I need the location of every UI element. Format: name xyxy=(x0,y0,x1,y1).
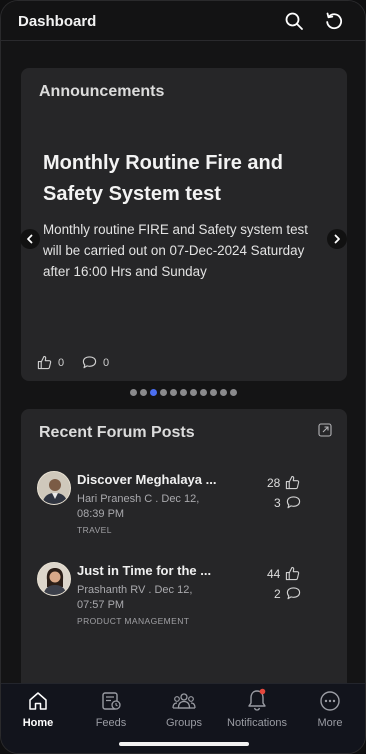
tab-home-label: Home xyxy=(22,717,54,729)
forum-title: Recent Forum Posts xyxy=(39,424,195,441)
forum-posts-card: Recent Forum Posts Discover Meghalaya ..… xyxy=(21,409,347,699)
search-icon[interactable] xyxy=(284,11,304,31)
thumbs-up-icon xyxy=(37,355,52,370)
announcement-comment-count: 0 xyxy=(103,356,110,369)
carousel-dot[interactable] xyxy=(160,389,167,396)
carousel-next-button[interactable] xyxy=(327,229,347,249)
forum-post-comment-count: 3 xyxy=(274,495,281,510)
forum-post-likes[interactable]: 28 xyxy=(267,475,300,490)
carousel-pagination[interactable] xyxy=(130,389,237,396)
thumbs-up-icon xyxy=(286,566,300,581)
app-screen: Dashboard Announcements Monthly Routine … xyxy=(0,0,366,754)
forum-post-item[interactable]: Just in Time for the ... Prashanth RV . … xyxy=(37,562,327,642)
avatar xyxy=(37,471,71,505)
notification-badge xyxy=(259,688,266,695)
home-indicator xyxy=(119,742,249,746)
tab-more-label: More xyxy=(317,717,343,729)
comment-icon xyxy=(286,587,300,600)
carousel-dot[interactable] xyxy=(140,389,147,396)
comment-icon xyxy=(286,496,300,509)
thumbs-up-icon xyxy=(286,475,300,490)
forum-post-tag: TRAVEL xyxy=(77,525,112,535)
refresh-icon[interactable] xyxy=(324,11,344,31)
announcement-comment-button[interactable]: 0 xyxy=(82,355,109,370)
external-link-icon[interactable] xyxy=(318,423,332,442)
forum-post-title[interactable]: Discover Meghalaya ... xyxy=(77,472,216,487)
chevron-left-icon xyxy=(27,234,33,244)
home-icon xyxy=(1,688,75,712)
carousel-dot[interactable] xyxy=(230,389,237,396)
feeds-icon xyxy=(74,688,148,712)
carousel-prev-button[interactable] xyxy=(20,229,40,249)
announcement-headline[interactable]: Monthly Routine Fire and Safety System t… xyxy=(43,148,313,210)
tab-feeds[interactable]: Feeds xyxy=(74,688,148,729)
forum-post-comments[interactable]: 2 xyxy=(274,586,301,601)
carousel-dot[interactable] xyxy=(210,389,217,396)
tab-notifications[interactable]: Notifications xyxy=(220,688,294,729)
carousel-dot[interactable] xyxy=(190,389,197,396)
tab-notifications-label: Notifications xyxy=(227,717,287,729)
forum-post-like-count: 28 xyxy=(267,475,281,490)
forum-post-item[interactable]: Discover Meghalaya ... Hari Pranesh C . … xyxy=(37,471,327,551)
announcement-like-button[interactable]: 0 xyxy=(37,355,64,370)
tab-groups[interactable]: Groups xyxy=(147,688,221,729)
forum-post-author: Hari Pranesh C xyxy=(77,493,153,505)
forum-post-like-count: 44 xyxy=(267,566,281,581)
announcements-card: Announcements Monthly Routine Fire and S… xyxy=(20,68,347,381)
forum-post-author: Prashanth RV xyxy=(77,584,146,596)
carousel-dot[interactable] xyxy=(180,389,187,396)
avatar xyxy=(37,562,71,596)
tab-feeds-label: Feeds xyxy=(95,717,127,729)
carousel-dot[interactable] xyxy=(170,389,177,396)
forum-post-tag: PRODUCT MANAGEMENT xyxy=(77,616,190,626)
forum-post-comments[interactable]: 3 xyxy=(274,495,301,510)
more-icon xyxy=(293,688,365,712)
carousel-dot[interactable] xyxy=(220,389,227,396)
forum-post-comment-count: 2 xyxy=(274,586,281,601)
forum-post-meta: Prashanth RV . Dec 12, 07:57 PM xyxy=(77,584,193,611)
groups-icon xyxy=(147,688,221,712)
announcements-title: Announcements xyxy=(39,83,165,100)
bell-icon xyxy=(220,688,294,712)
announcement-like-count: 0 xyxy=(58,356,65,369)
carousel-dot[interactable] xyxy=(150,389,157,396)
page-title: Dashboard xyxy=(18,13,97,30)
carousel-dot[interactable] xyxy=(200,389,207,396)
tab-groups-label: Groups xyxy=(165,717,203,729)
announcement-body: Monthly routine FIRE and Safety system t… xyxy=(43,222,308,279)
tab-home[interactable]: Home xyxy=(1,688,75,729)
forum-post-likes[interactable]: 44 xyxy=(267,566,300,581)
chevron-right-icon xyxy=(334,234,340,244)
forum-post-title[interactable]: Just in Time for the ... xyxy=(77,563,211,578)
comment-icon xyxy=(82,356,97,369)
carousel-dot[interactable] xyxy=(130,389,137,396)
top-bar: Dashboard xyxy=(1,1,365,41)
forum-post-meta: Hari Pranesh C . Dec 12, 08:39 PM xyxy=(77,493,200,520)
tab-more[interactable]: More xyxy=(293,688,365,729)
